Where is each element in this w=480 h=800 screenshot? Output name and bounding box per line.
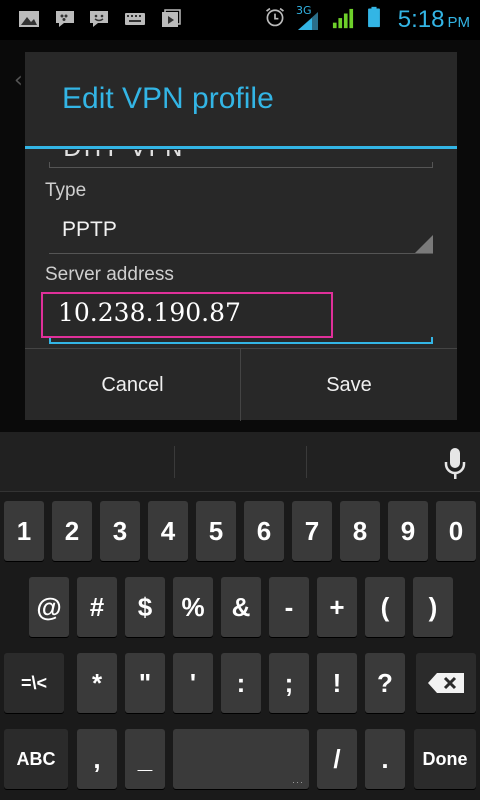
key-done[interactable]: Done [414, 729, 476, 789]
edit-vpn-dialog: Edit VPN profile DHT VPN Type PPTP Serve… [25, 52, 457, 421]
key-close-paren[interactable]: ) [413, 577, 453, 637]
server-address-label: Server address [45, 264, 174, 285]
key-period[interactable]: . [365, 729, 405, 789]
key-0[interactable]: 0 [436, 501, 476, 561]
key-2[interactable]: 2 [52, 501, 92, 561]
suggestion-separator-2 [306, 446, 307, 478]
suggestion-separator-1 [174, 446, 175, 478]
spinner-corner-icon [415, 235, 433, 253]
key-semicolon[interactable]: ; [269, 653, 309, 713]
microphone-icon[interactable] [442, 446, 468, 482]
battery-icon [368, 6, 380, 28]
highlight-box [41, 292, 333, 338]
server-address-underline [49, 342, 433, 344]
clock-ampm: PM [447, 14, 471, 31]
name-field-value: DHT VPN [63, 150, 185, 162]
key-exclamation[interactable]: ! [317, 653, 357, 713]
gallery-icon [19, 11, 39, 27]
cancel-button[interactable]: Cancel [25, 349, 240, 421]
name-field-tick-left [49, 162, 50, 168]
key-comma[interactable]: , [77, 729, 117, 789]
key-4[interactable]: 4 [148, 501, 188, 561]
media-icon [162, 9, 181, 27]
key-hash[interactable]: # [77, 577, 117, 637]
clock: 5:18 PM [398, 6, 470, 34]
key-space[interactable]: ··· [173, 729, 309, 789]
soft-keyboard: 1 2 3 4 5 6 7 8 9 0 @ # $ % & - + ( ) =\… [0, 432, 480, 800]
key-1[interactable]: 1 [4, 501, 44, 561]
name-field-tick-right [432, 162, 433, 168]
status-bar: 3G 5:18 PM [0, 0, 480, 40]
key-percent[interactable]: % [173, 577, 213, 637]
key-minus[interactable]: - [269, 577, 309, 637]
signal-icon [332, 8, 354, 29]
suggestion-strip [0, 432, 480, 492]
name-field[interactable]: DHT VPN [49, 150, 433, 172]
space-dots-icon: ··· [292, 777, 304, 787]
server-address-tick-left [49, 337, 51, 344]
key-double-quote[interactable]: " [125, 653, 165, 713]
bbm-icon [56, 11, 74, 27]
alarm-icon [266, 7, 284, 27]
key-question[interactable]: ? [365, 653, 405, 713]
key-ampersand[interactable]: & [221, 577, 261, 637]
key-plus[interactable]: + [317, 577, 357, 637]
key-abc[interactable]: ABC [4, 729, 68, 789]
dialog-title: Edit VPN profile [62, 82, 274, 115]
key-underscore[interactable]: _ [125, 729, 165, 789]
key-5[interactable]: 5 [196, 501, 236, 561]
key-at[interactable]: @ [29, 577, 69, 637]
key-backspace[interactable] [416, 653, 476, 713]
key-more-symbols[interactable]: =\< [4, 653, 64, 713]
save-button[interactable]: Save [241, 349, 457, 421]
dialog-buttons: Cancel Save [25, 348, 457, 421]
signal-3g-icon [298, 12, 318, 30]
key-asterisk[interactable]: * [77, 653, 117, 713]
type-label: Type [45, 180, 87, 201]
key-9[interactable]: 9 [388, 501, 428, 561]
type-spinner[interactable]: PPTP [49, 212, 433, 254]
key-dollar[interactable]: $ [125, 577, 165, 637]
key-3[interactable]: 3 [100, 501, 140, 561]
type-underline [49, 253, 433, 254]
type-value: PPTP [62, 218, 117, 241]
backspace-icon [428, 673, 464, 693]
key-slash[interactable]: / [317, 729, 357, 789]
chat-icon [90, 11, 108, 27]
name-field-underline [49, 167, 433, 168]
key-7[interactable]: 7 [292, 501, 332, 561]
server-address-tick-right [431, 337, 433, 344]
key-open-paren[interactable]: ( [365, 577, 405, 637]
key-single-quote[interactable]: ' [173, 653, 213, 713]
keyboard-icon [125, 13, 145, 25]
key-6[interactable]: 6 [244, 501, 284, 561]
title-divider [25, 146, 457, 149]
key-colon[interactable]: : [221, 653, 261, 713]
clock-time: 5:18 [397, 6, 445, 33]
key-8[interactable]: 8 [340, 501, 380, 561]
